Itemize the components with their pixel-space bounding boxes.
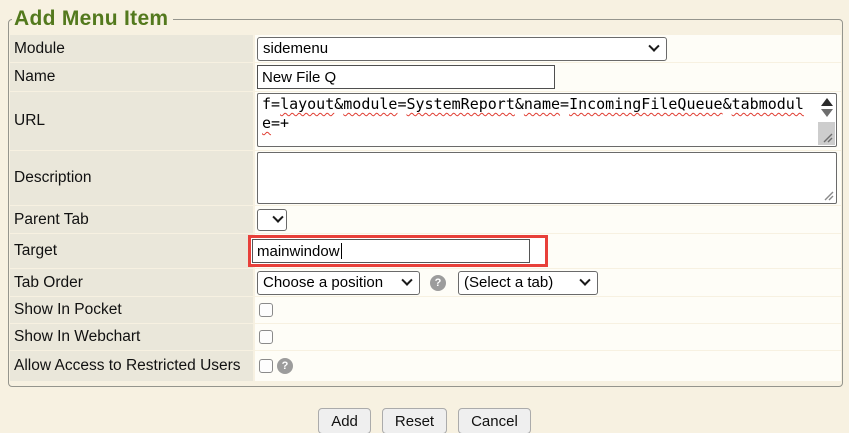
button-bar: Add Reset Cancel [0,408,849,433]
module-select-value: sidemenu [263,40,640,57]
tab-order-label: Tab Order [10,269,253,296]
show-in-webchart-label: Show In Webchart [10,324,253,350]
row-show-in-pocket: Show In Pocket [10,297,841,323]
page: Add Menu Item Module sidemenu Name New F… [0,0,849,433]
resize-grip-icon[interactable] [823,133,833,143]
name-label: Name [10,63,253,91]
chevron-down-icon [401,274,412,285]
row-show-in-webchart: Show In Webchart [10,324,841,350]
row-url: URL f=layout&module=SystemReport&name=In… [10,92,841,150]
tab-select-value: (Select a tab) [464,274,571,291]
name-input-value: New File Q [262,69,336,86]
target-highlight-annotation: mainwindow [248,235,548,267]
parent-tab-select[interactable] [257,209,287,231]
row-description: Description [10,151,841,205]
target-label: Target [10,234,253,268]
target-input-value: mainwindow [257,243,340,260]
row-module: Module sidemenu [10,35,841,62]
scrollbar-track[interactable] [818,122,835,145]
allow-restricted-checkbox[interactable] [259,359,273,373]
show-in-webchart-checkbox[interactable] [259,330,273,344]
row-name: Name New File Q [10,63,841,91]
add-button[interactable]: Add [318,408,371,433]
name-input[interactable]: New File Q [257,65,555,89]
row-tab-order: Tab Order Choose a position ? (Select a … [10,269,841,296]
row-target: Target mainwindow [10,234,841,268]
page-title: Add Menu Item [12,7,173,31]
add-menu-item-panel: Add Menu Item Module sidemenu Name New F… [8,7,843,387]
chevron-down-icon [579,274,590,285]
tab-select[interactable]: (Select a tab) [458,271,598,295]
tab-order-position-value: Choose a position [263,274,393,291]
show-in-pocket-label: Show In Pocket [10,297,253,323]
description-label: Description [10,151,253,205]
text-caret [341,243,342,259]
help-icon[interactable]: ? [430,275,446,291]
tab-order-position-select[interactable]: Choose a position [257,271,420,295]
chevron-down-icon [648,40,659,51]
allow-restricted-label: Allow Access to Restricted Users [10,351,253,381]
reset-button[interactable]: Reset [382,408,447,433]
target-input[interactable]: mainwindow [252,239,530,263]
resize-grip-icon[interactable] [824,191,834,201]
module-select[interactable]: sidemenu [257,37,667,61]
module-label: Module [10,35,253,62]
show-in-pocket-checkbox[interactable] [259,303,273,317]
url-textarea[interactable]: f=layout&module=SystemReport&name=Incomi… [257,93,837,147]
textarea-scrollbar[interactable] [818,95,835,145]
scroll-down-icon[interactable] [821,109,833,117]
scroll-up-icon[interactable] [821,98,833,106]
help-icon[interactable]: ? [277,358,293,374]
row-allow-restricted: Allow Access to Restricted Users ? [10,351,841,381]
chevron-down-icon [272,211,283,222]
description-textarea[interactable] [257,152,837,204]
parent-tab-label: Parent Tab [10,206,253,233]
url-text-line2: e=+ [262,114,816,133]
row-parent-tab: Parent Tab [10,206,841,233]
url-label: URL [10,92,253,150]
url-text-line1: f=layout&module=SystemReport&name=Incomi… [262,95,816,114]
cancel-button[interactable]: Cancel [458,408,531,433]
